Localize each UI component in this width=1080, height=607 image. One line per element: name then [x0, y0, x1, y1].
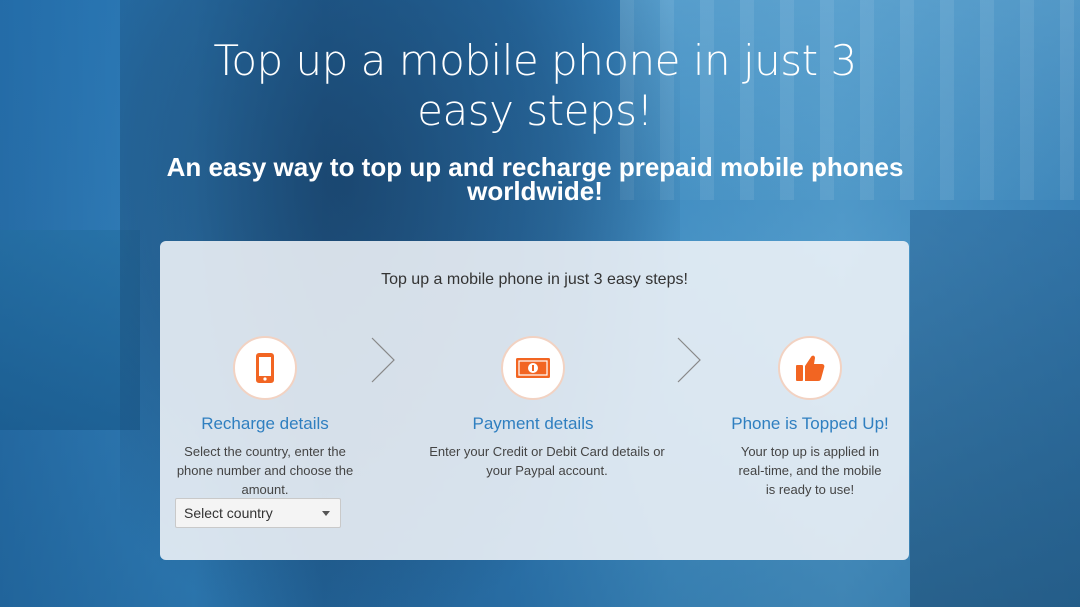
step-description: Select the country, enter the phone numb… [176, 444, 354, 497]
chevron-right-icon [677, 337, 701, 383]
step-payment-details: Payment details Enter your Credit or Deb… [428, 336, 665, 480]
step-icon-container [233, 336, 297, 400]
banknote-icon [516, 358, 550, 378]
mobile-phone-icon [256, 353, 274, 383]
step-icon-container [501, 336, 565, 400]
country-select-value: Select country [184, 505, 273, 521]
background-pier-image [910, 210, 1080, 607]
thumbs-up-icon [796, 355, 825, 381]
step-title: Phone is Topped Up! [731, 414, 889, 433]
step-title: Payment details [472, 414, 594, 433]
hero-title: Top up a mobile phone in just 3 easy ste… [213, 36, 857, 135]
hero-subtitle: An easy way to top up and recharge prepa… [166, 152, 904, 206]
step-description: Your top up is applied in real-time, and… [738, 444, 882, 497]
caret-down-icon [322, 511, 330, 516]
step-recharge-details: Recharge details Select the country, ent… [160, 336, 370, 499]
step-title: Recharge details [201, 414, 329, 433]
step-icon-container [778, 336, 842, 400]
background-water-image [0, 230, 140, 430]
country-select[interactable]: Select country [175, 498, 341, 528]
step-phone-topped-up: Phone is Topped Up! Your top up is appli… [705, 336, 915, 499]
chevron-right-icon [371, 337, 395, 383]
steps-card: Top up a mobile phone in just 3 easy ste… [160, 241, 909, 560]
step-description: Enter your Credit or Debit Card details … [429, 444, 665, 478]
card-heading: Top up a mobile phone in just 3 easy ste… [381, 271, 688, 288]
